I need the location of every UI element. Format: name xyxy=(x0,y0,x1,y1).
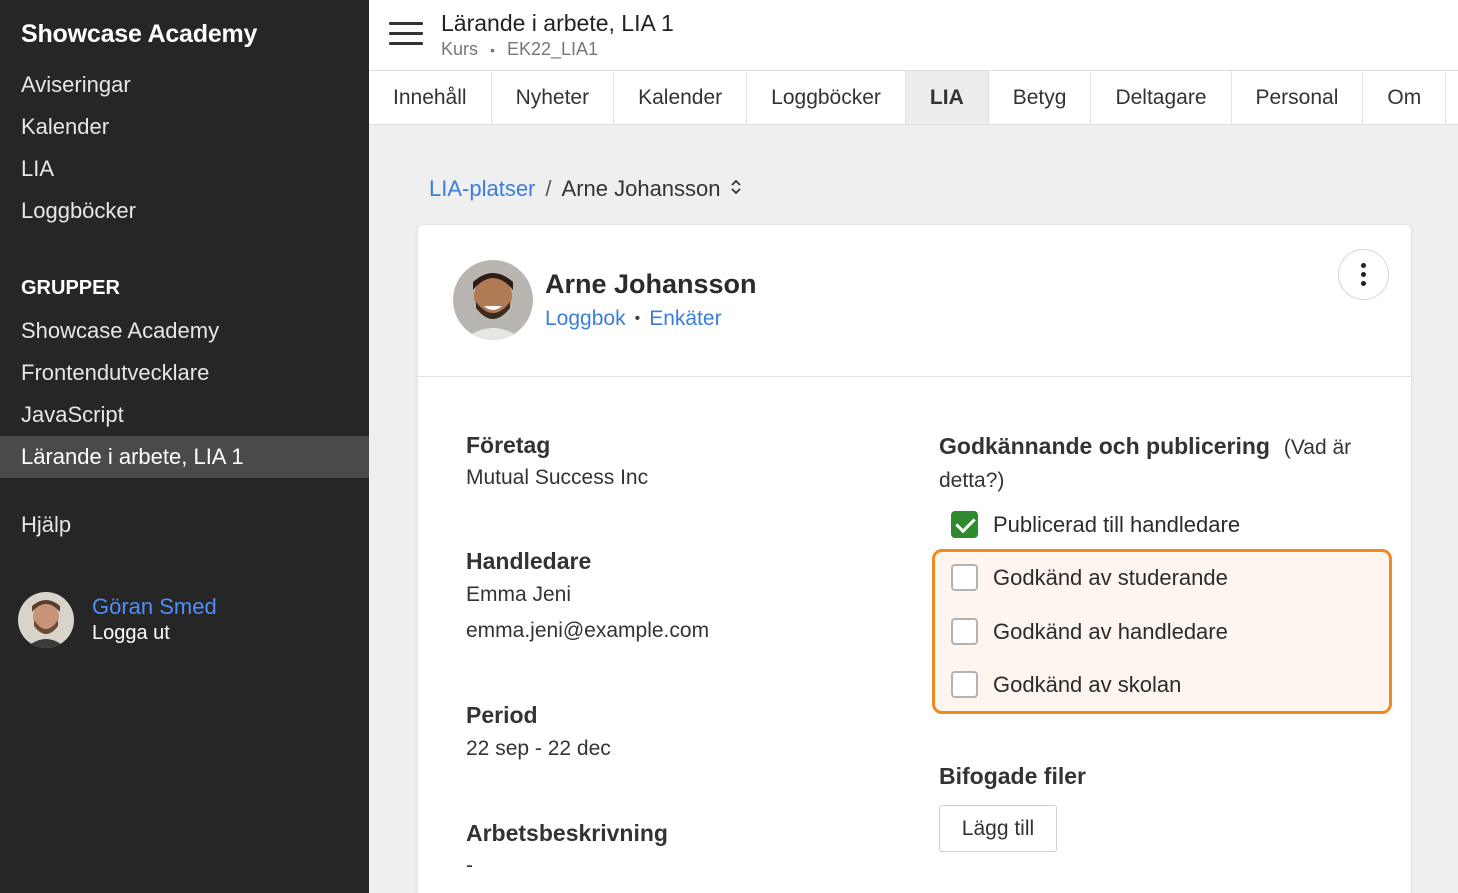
menu-icon[interactable] xyxy=(389,22,423,48)
tab-lia[interactable]: LIA xyxy=(905,71,989,124)
sidebar-group-lia-1[interactable]: Lärande i arbete, LIA 1 xyxy=(0,436,369,478)
sidebar-nav: Aviseringar Kalender LIA Loggböcker xyxy=(0,64,369,232)
company-value: Mutual Success Inc xyxy=(466,466,649,489)
user-name-link[interactable]: Göran Smed xyxy=(92,593,217,620)
checkbox-icon[interactable] xyxy=(951,564,978,591)
course-code: EK22_LIA1 xyxy=(506,39,599,59)
brand-title[interactable]: Showcase Academy xyxy=(21,20,257,49)
tab-deltagare[interactable]: Deltagare xyxy=(1091,71,1232,124)
more-vertical-icon xyxy=(1361,263,1366,268)
person-links: Loggbok • Enkäter xyxy=(545,307,722,331)
breadcrumb-separator: / xyxy=(545,176,552,201)
add-file-button[interactable]: Lägg till xyxy=(939,805,1057,852)
course-subtitle: Kurs • EK22_LIA1 xyxy=(441,39,598,60)
checkbox-checked-icon[interactable] xyxy=(951,511,978,538)
checkbox-label: Publicerad till handledare xyxy=(993,511,1241,537)
link-separator: • xyxy=(634,310,641,327)
sidebar-group-showcase-academy[interactable]: Showcase Academy xyxy=(0,310,369,352)
sidebar-group-frontendutvecklare[interactable]: Frontendutvecklare xyxy=(0,352,369,394)
supervisor-label: Handledare xyxy=(466,548,592,574)
surveys-link[interactable]: Enkäter xyxy=(649,307,721,331)
sidebar-groups: Showcase Academy Frontendutvecklare Java… xyxy=(0,310,369,478)
approval-heading: Godkännande och publicering (Vad är dett… xyxy=(939,430,1379,497)
more-options-button[interactable] xyxy=(1338,249,1389,300)
chevron-updown-icon[interactable] xyxy=(729,178,743,201)
tab-om[interactable]: Om xyxy=(1363,71,1447,124)
tab-nyheter[interactable]: Nyheter xyxy=(492,71,615,124)
description-value: - xyxy=(466,854,473,877)
card-header: Arne Johansson Loggbok • Enkäter xyxy=(418,225,1411,377)
logout-link[interactable]: Logga ut xyxy=(92,620,217,647)
checkbox-icon[interactable] xyxy=(951,618,978,645)
sidebar: Showcase Academy Aviseringar Kalender LI… xyxy=(0,0,369,893)
breadcrumb-lia-platser[interactable]: LIA-platser xyxy=(429,176,535,202)
avatar xyxy=(453,260,533,340)
approval-title: Godkännande och publicering xyxy=(939,433,1270,459)
period-label: Period xyxy=(466,702,538,728)
description-label: Arbetsbeskrivning xyxy=(466,820,668,846)
person-name: Arne Johansson xyxy=(545,269,757,299)
course-type: Kurs xyxy=(441,39,479,59)
placement-card: Arne Johansson Loggbok • Enkäter Företag… xyxy=(417,224,1412,893)
checkbox-supervisor-approved[interactable]: Godkänd av handledare xyxy=(951,618,1228,645)
tab-loggbocker[interactable]: Loggböcker xyxy=(747,71,906,124)
checkbox-label: Godkänd av handledare xyxy=(993,618,1228,644)
company-label: Företag xyxy=(466,432,551,458)
breadcrumb: LIA-platser / Arne Johansson xyxy=(429,176,743,202)
attachments-label: Bifogade filer xyxy=(939,763,1086,789)
course-subtitle-sep: • xyxy=(490,42,495,58)
checkbox-published[interactable]: Publicerad till handledare xyxy=(951,511,1240,538)
course-tabs: Innehåll Nyheter Kalender Loggböcker LIA… xyxy=(369,71,1458,125)
checkbox-label: Godkänd av studerande xyxy=(993,564,1228,590)
sidebar-item-lia[interactable]: LIA xyxy=(0,148,369,190)
avatar[interactable] xyxy=(18,592,74,648)
checkbox-student-approved[interactable]: Godkänd av studerande xyxy=(951,564,1228,591)
course-title: Lärande i arbete, LIA 1 xyxy=(441,10,674,36)
supervisor-email: emma.jeni@example.com xyxy=(466,619,710,642)
sidebar-item-aviseringar[interactable]: Aviseringar xyxy=(0,64,369,106)
checkbox-school-approved[interactable]: Godkänd av skolan xyxy=(951,671,1181,698)
sidebar-item-loggbocker[interactable]: Loggböcker xyxy=(0,190,369,232)
supervisor-name-link[interactable]: Emma Jeni xyxy=(466,583,571,607)
checkbox-label: Godkänd av skolan xyxy=(993,671,1182,697)
tab-personal[interactable]: Personal xyxy=(1232,71,1364,124)
sidebar-group-javascript[interactable]: JavaScript xyxy=(0,394,369,436)
user-avatar-image xyxy=(18,592,74,648)
sidebar-item-kalender[interactable]: Kalender xyxy=(0,106,369,148)
top-header: Lärande i arbete, LIA 1 Kurs • EK22_LIA1 xyxy=(369,0,1458,71)
logbook-link[interactable]: Loggbok xyxy=(545,307,626,331)
breadcrumb-current[interactable]: Arne Johansson xyxy=(562,176,721,202)
user-block: Göran Smed Logga ut xyxy=(18,592,217,648)
groups-heading: GRUPPER xyxy=(21,277,120,299)
person-avatar-image xyxy=(453,260,533,340)
tab-innehall[interactable]: Innehåll xyxy=(369,71,492,124)
sidebar-item-help[interactable]: Hjälp xyxy=(21,512,71,538)
checkbox-icon[interactable] xyxy=(951,671,978,698)
tab-betyg[interactable]: Betyg xyxy=(989,71,1092,124)
tab-kalender[interactable]: Kalender xyxy=(614,71,748,124)
period-value: 22 sep - 22 dec xyxy=(466,737,611,760)
